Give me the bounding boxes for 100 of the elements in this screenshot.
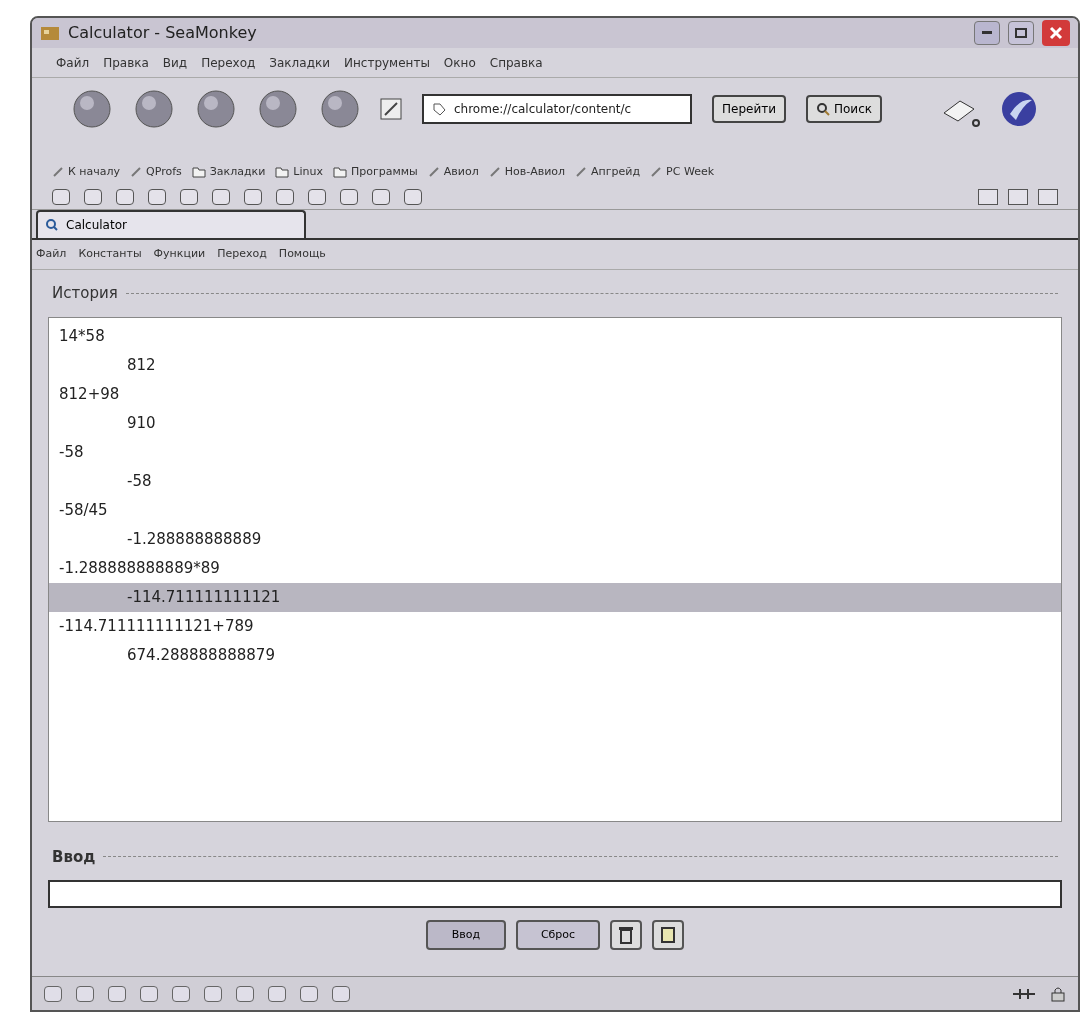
link-icon (488, 166, 501, 178)
menu-item[interactable]: Переход (217, 246, 267, 263)
round-button-icon[interactable] (320, 89, 360, 129)
menu-item[interactable]: Правка (103, 53, 149, 72)
toolbar-icon[interactable] (52, 188, 70, 205)
document-icon (660, 926, 676, 944)
toolbar-icon[interactable] (1008, 188, 1028, 205)
bookmark[interactable]: QProfs (130, 163, 182, 181)
toolbar-icon[interactable] (148, 188, 166, 205)
search-icon (46, 219, 58, 231)
bookmark[interactable]: Авиол (427, 163, 479, 181)
link-icon (427, 166, 440, 178)
history-line[interactable]: 812+98 (59, 382, 120, 406)
menu-item[interactable]: Вид (162, 53, 188, 72)
link-icon (575, 166, 588, 178)
bookmark[interactable]: К началу (52, 163, 121, 181)
status-icon[interactable] (332, 985, 350, 1002)
folder-icon (191, 166, 206, 178)
round-button-icon[interactable] (72, 89, 112, 129)
history-line[interactable]: 812 (127, 353, 156, 377)
link-icon (650, 166, 663, 178)
menu-item[interactable]: Инструменты (344, 53, 430, 72)
status-icon[interactable] (268, 985, 286, 1002)
maximize-button[interactable] (1008, 21, 1034, 45)
toolbar-icon[interactable] (1038, 188, 1058, 205)
menu-item[interactable]: Окно (443, 53, 476, 72)
history-line[interactable]: -58 (127, 469, 152, 493)
link-icon (130, 166, 143, 178)
menu-item[interactable]: Файл (56, 53, 90, 72)
history-line[interactable]: -58 (59, 440, 84, 464)
window-title: Calculator - SeaMonkey (68, 22, 257, 44)
bookmark[interactable]: Linux (275, 163, 323, 181)
history-line[interactable]: -58/45 (59, 498, 108, 522)
menu-item[interactable]: Помощь (278, 246, 326, 263)
history-label: История (52, 283, 118, 304)
menu-item[interactable]: Файл (36, 246, 67, 263)
bookmark[interactable]: Закладки (191, 163, 266, 181)
bookmark[interactable]: Нов-Авиол (488, 163, 566, 181)
maximize-icon (1015, 28, 1027, 38)
bookmark[interactable]: Апгрейд (575, 163, 641, 181)
toolbar-icon[interactable] (372, 188, 390, 205)
history-line[interactable]: 674.288888888879 (127, 643, 275, 667)
toolbar-icon[interactable] (340, 188, 358, 205)
trash-icon (618, 926, 634, 944)
trash-button[interactable] (610, 920, 642, 950)
status-icon[interactable] (44, 985, 62, 1002)
go-button[interactable]: Перейти (712, 95, 786, 123)
menu-item[interactable]: Закладки (269, 53, 330, 72)
toolbar-icon[interactable] (212, 188, 230, 205)
app-icon (40, 24, 60, 42)
toolbar-icon[interactable] (276, 188, 294, 205)
folder-icon (333, 166, 347, 178)
toolbar-icon[interactable] (978, 188, 998, 205)
link-icon (52, 166, 64, 178)
toolbar-icon[interactable] (308, 188, 326, 205)
close-icon (1049, 26, 1063, 40)
toolbar-icon[interactable] (180, 188, 198, 205)
search-button[interactable]: Поиск (806, 95, 882, 123)
toolbar-icon[interactable] (244, 188, 262, 205)
status-icon[interactable] (108, 985, 126, 1002)
reset-button[interactable]: Сброс (516, 920, 600, 950)
input-field[interactable] (48, 880, 1062, 908)
menu-item[interactable]: Функции (153, 246, 206, 263)
history-line[interactable]: -1.288888888889*89 (59, 556, 220, 580)
toolbar-icon[interactable] (116, 188, 134, 205)
menu-item[interactable]: Константы (78, 246, 142, 263)
logo-icon (1000, 90, 1038, 128)
tag-icon (432, 102, 446, 116)
copy-button[interactable] (652, 920, 684, 950)
minimize-icon (982, 31, 992, 35)
history-line[interactable]: 14*58 (59, 324, 105, 348)
minimize-button[interactable] (974, 21, 1000, 45)
status-icon[interactable] (172, 985, 190, 1002)
toolbar-icon[interactable] (404, 188, 422, 205)
status-icon[interactable] (140, 985, 158, 1002)
enter-button[interactable]: Ввод (426, 920, 506, 950)
bookmark[interactable]: Программы (333, 163, 418, 181)
history-line[interactable]: 910 (127, 411, 156, 435)
close-button[interactable] (1042, 20, 1070, 46)
search-icon (816, 102, 830, 116)
status-icon[interactable] (76, 985, 94, 1002)
input-label: Ввод (52, 846, 96, 868)
history-line[interactable]: -114.711111111121+789 (59, 614, 254, 638)
round-button-icon[interactable] (196, 89, 236, 129)
round-button-icon[interactable] (134, 89, 174, 129)
status-icon[interactable] (204, 985, 222, 1002)
round-button-icon[interactable] (258, 89, 298, 129)
toolbar-icon[interactable] (84, 188, 102, 205)
menu-item[interactable]: Переход (201, 53, 256, 72)
page-icon[interactable] (380, 98, 402, 120)
folder-icon (275, 166, 290, 178)
tab[interactable]: Calculator (36, 210, 306, 238)
status-icon[interactable] (236, 985, 254, 1002)
bookmark[interactable]: PC Week (650, 163, 715, 181)
url-field[interactable]: chrome://calculator/content/c (422, 94, 692, 124)
history-line[interactable]: -1.288888888889 (127, 527, 262, 551)
history-line[interactable]: -114.711111111121 (127, 585, 281, 609)
lock-icon (1050, 985, 1066, 1002)
status-icon[interactable] (300, 985, 318, 1002)
menu-item[interactable]: Справка (489, 53, 543, 72)
